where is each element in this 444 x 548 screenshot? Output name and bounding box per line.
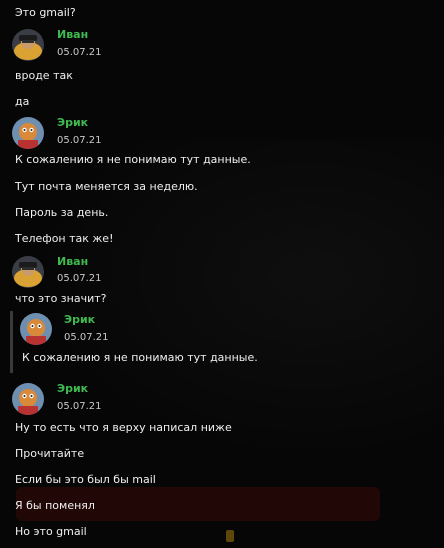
message-date: 05.07.21: [57, 47, 102, 58]
message-text: что это значит?: [15, 292, 107, 305]
message-date: 05.07.21: [57, 273, 102, 284]
quote-text: К сожалению я не понимаю тут данные.: [22, 351, 258, 364]
quoted-message[interactable]: Эрик 05.07.21 К сожалению я не понимаю т…: [10, 311, 430, 373]
quote-date: 05.07.21: [64, 332, 109, 343]
message-date: 05.07.21: [57, 401, 102, 412]
message-text: Пароль за день.: [15, 206, 109, 219]
author-name[interactable]: Эрик: [57, 382, 88, 395]
message-text: вроде так: [15, 69, 73, 82]
message-text: Прочитайте: [15, 447, 85, 460]
background-icon: [226, 530, 234, 542]
message-text: К сожалению я не понимаю тут данные.: [15, 153, 251, 166]
message-text: Я бы поменял: [15, 499, 95, 512]
ivan-avatar[interactable]: [12, 29, 44, 61]
author-name[interactable]: Эрик: [57, 116, 88, 129]
message-date: 05.07.21: [57, 135, 102, 146]
erik-avatar[interactable]: [12, 383, 44, 415]
message-text: да: [15, 95, 30, 108]
message-text: Если бы это был бы mail: [15, 473, 156, 486]
message-text: Это gmail?: [15, 6, 76, 19]
quote-bar: [10, 311, 13, 373]
message-text: Ну то есть что я верху написал ниже: [15, 421, 232, 434]
message-text: Телефон так же!: [15, 232, 114, 245]
author-name[interactable]: Иван: [57, 255, 88, 268]
erik-avatar[interactable]: [12, 117, 44, 149]
ivan-avatar[interactable]: [12, 256, 44, 288]
quote-author-name: Эрик: [64, 313, 96, 326]
message-text: Но это gmail: [15, 525, 87, 538]
author-name[interactable]: Иван: [57, 28, 88, 41]
message-text: Тут почта меняется за неделю.: [15, 180, 198, 193]
erik-avatar: [20, 313, 52, 345]
